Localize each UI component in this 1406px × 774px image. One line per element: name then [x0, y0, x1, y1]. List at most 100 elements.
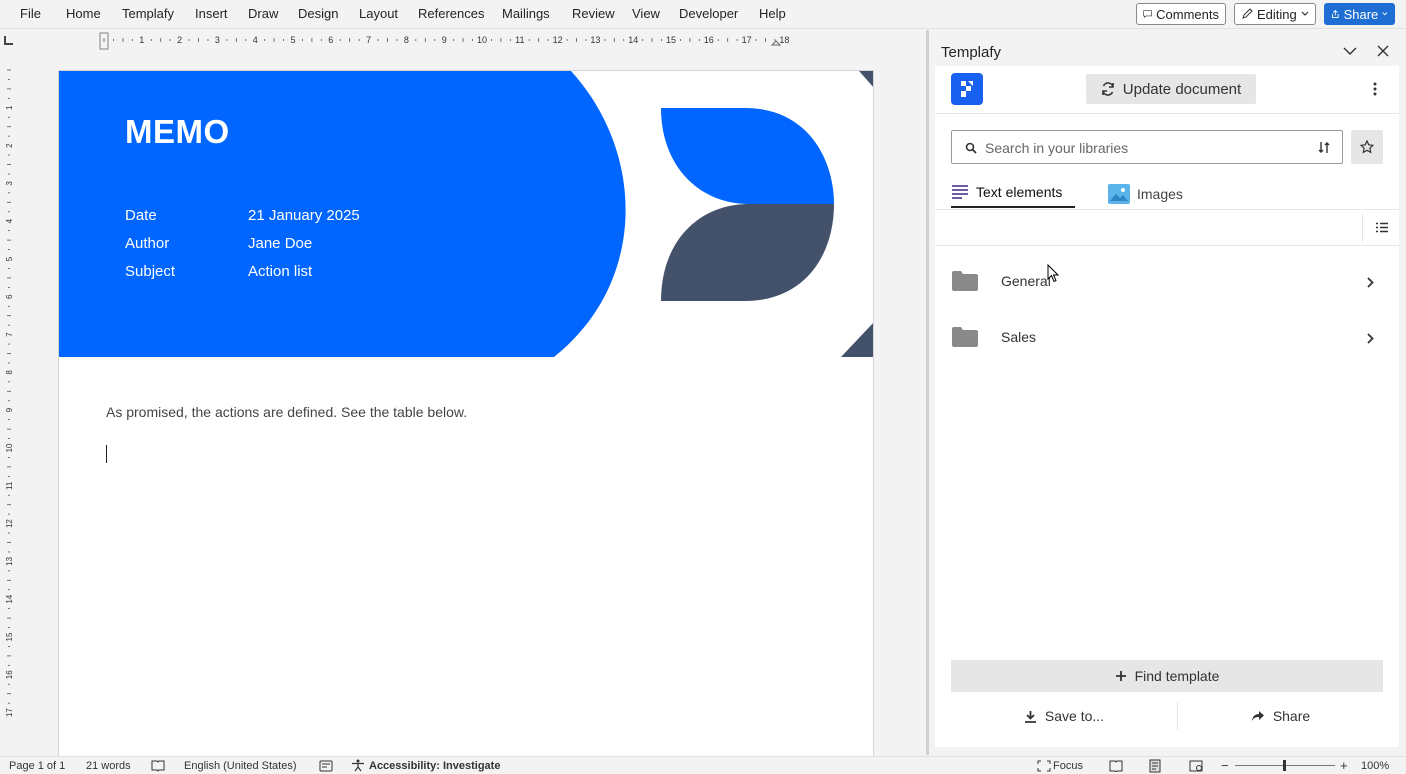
zoom-in-button[interactable]: + [1340, 758, 1348, 773]
menu-help[interactable]: Help [759, 6, 786, 21]
accessibility-icon[interactable] [351, 759, 365, 772]
find-template-label: Find template [1134, 668, 1220, 684]
folder-label: Sales [1001, 329, 1037, 345]
divider [935, 245, 1399, 246]
close-icon[interactable] [1377, 45, 1389, 57]
menu-insert[interactable]: Insert [195, 6, 228, 21]
ruler-number: 2 [5, 143, 14, 148]
menu-design[interactable]: Design [298, 6, 338, 21]
print-layout-icon[interactable] [1149, 759, 1161, 773]
ruler-number: 13 [590, 35, 600, 45]
word-count[interactable]: 21 words [86, 760, 131, 772]
library-search-input[interactable]: Search in your libraries [951, 130, 1343, 164]
menu-templafy[interactable]: Templafy [122, 6, 174, 21]
save-to-button[interactable]: Save to... [951, 700, 1177, 732]
comment-icon [1143, 10, 1152, 18]
ruler-number: 7 [5, 332, 14, 337]
proofing-icon[interactable] [151, 760, 165, 772]
accessibility-status[interactable]: Accessibility: Investigate [369, 760, 500, 772]
divider [935, 209, 1399, 210]
sort-icon[interactable] [1318, 141, 1330, 154]
text-elements-icon [952, 185, 968, 199]
menu-references[interactable]: References [418, 6, 484, 21]
author-label: Author [125, 235, 170, 252]
ruler-number: 17 [742, 35, 752, 45]
zoom-level[interactable]: 100% [1361, 760, 1389, 772]
read-mode-icon[interactable] [1109, 760, 1123, 772]
body-paragraph[interactable]: As promised, the actions are defined. Se… [106, 404, 467, 420]
tab-selector[interactable] [4, 36, 13, 45]
image-icon [1108, 184, 1130, 204]
folder-label: General [1001, 273, 1051, 289]
list-view-icon[interactable] [1376, 222, 1388, 233]
document-page[interactable]: MEMO Date 21 January 2025 Author Jane Do… [58, 70, 874, 770]
vertical-ruler[interactable]: 1234567891011121314151617 [0, 58, 18, 755]
comments-button[interactable]: Comments [1136, 3, 1226, 25]
ruler-number: 11 [515, 35, 524, 45]
ruler-number: 1 [139, 35, 144, 45]
menu-home[interactable]: Home [66, 6, 101, 21]
editing-button[interactable]: Editing [1234, 3, 1316, 25]
update-document-label: Update document [1122, 80, 1242, 98]
ruler-number: 17 [5, 708, 14, 717]
focus-icon [1037, 760, 1051, 772]
focus-button[interactable]: Focus [1053, 760, 1083, 772]
tab-images-label: Images [1137, 186, 1183, 202]
find-template-button[interactable]: Find template [951, 660, 1383, 692]
save-to-label: Save to... [1044, 708, 1105, 724]
ruler-number: 13 [5, 556, 14, 565]
share-template-button[interactable]: Share [1178, 700, 1383, 732]
subject-value: Action list [248, 263, 313, 280]
menu-review[interactable]: Review [572, 6, 615, 21]
menu-draw[interactable]: Draw [248, 6, 278, 21]
folder-icon [952, 327, 978, 347]
ruler-number: 8 [404, 35, 409, 45]
ruler-number: 14 [5, 594, 14, 603]
collapse-pane-icon[interactable] [1343, 47, 1357, 56]
ruler-number: 4 [253, 35, 258, 45]
favorites-button[interactable] [1351, 130, 1383, 164]
ruler-number: 6 [5, 294, 14, 299]
ruler-number: 15 [5, 632, 14, 641]
menu-developer[interactable]: Developer [679, 6, 738, 21]
share-button[interactable]: Share [1324, 3, 1395, 25]
text-predictions-icon[interactable] [319, 760, 333, 772]
menu-mailings[interactable]: Mailings [502, 6, 550, 21]
menu-file[interactable]: File [20, 6, 41, 21]
menu-layout[interactable]: Layout [359, 6, 398, 21]
language-status[interactable]: English (United States) [184, 760, 297, 772]
ruler-number: 9 [442, 35, 447, 45]
horizontal-ruler[interactable]: 1 2 3 4 5 6 7 8 9 10 11 12 13 14 15 16 17 18 [48, 31, 928, 51]
folder-item-general[interactable]: General [935, 262, 1399, 302]
folder-icon [952, 271, 978, 291]
refresh-icon [1101, 82, 1114, 96]
update-document-button[interactable]: Update document [1086, 74, 1256, 104]
ruler-number: 9 [5, 407, 14, 412]
ruler-number: 16 [5, 670, 14, 679]
more-options-icon[interactable] [1373, 82, 1377, 96]
folder-item-sales[interactable]: Sales [935, 318, 1399, 358]
web-layout-icon[interactable] [1189, 760, 1203, 772]
zoom-slider-thumb[interactable] [1283, 760, 1286, 771]
search-icon [965, 142, 977, 154]
page-count[interactable]: Page 1 of 1 [9, 760, 65, 772]
ruler-number: 5 [290, 35, 295, 45]
chevron-down-icon [1382, 12, 1388, 16]
ruler-number: 12 [553, 35, 563, 45]
chevron-right-icon [1367, 333, 1374, 344]
date-value: 21 January 2025 [248, 207, 360, 224]
ruler-number: 3 [215, 35, 220, 45]
star-icon [1360, 140, 1374, 154]
tab-text-elements[interactable]: Text elements [951, 184, 1062, 200]
date-label: Date [125, 207, 157, 224]
ruler-number: 10 [5, 443, 14, 452]
download-icon [1024, 710, 1036, 723]
ruler-number: 6 [328, 35, 333, 45]
menu-view[interactable]: View [632, 6, 660, 21]
comments-label: Comments [1156, 6, 1219, 22]
tab-images[interactable]: Images [1108, 184, 1183, 204]
status-bar: Page 1 of 1 21 words English (United Sta… [0, 756, 1406, 774]
share-template-label: Share [1272, 708, 1311, 724]
zoom-out-button[interactable]: − [1221, 758, 1229, 773]
pencil-icon [1242, 8, 1253, 19]
